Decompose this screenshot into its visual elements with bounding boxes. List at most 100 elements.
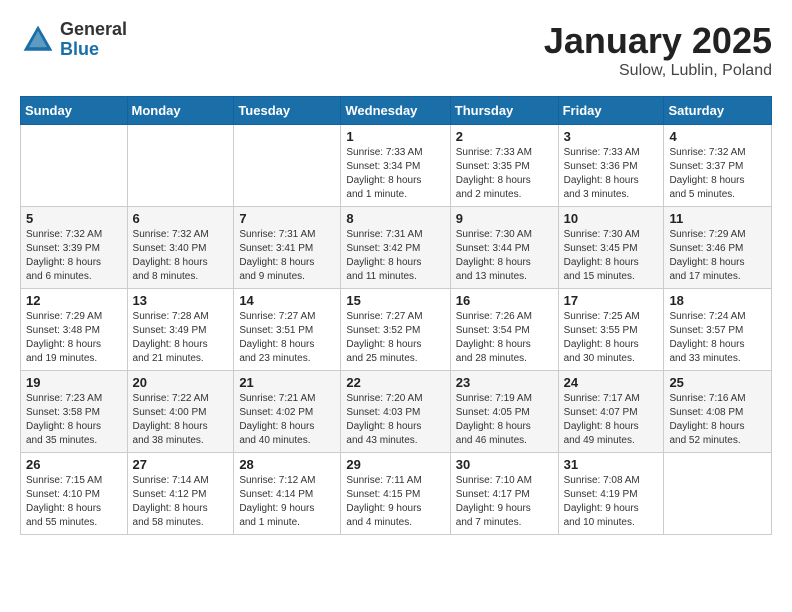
calendar-cell: 6 Sunrise: 7:32 AM Sunset: 3:40 PM Daylig…: [127, 207, 234, 289]
day-number: 24: [564, 375, 659, 390]
logo-icon: [20, 22, 56, 58]
day-number: 10: [564, 211, 659, 226]
day-info: Sunrise: 7:30 AM Sunset: 3:45 PM Dayligh…: [564, 228, 659, 284]
calendar-cell: 27 Sunrise: 7:14 AM Sunset: 4:12 PM Dayli…: [127, 453, 234, 535]
location-subtitle: Sulow, Lublin, Poland: [544, 62, 772, 80]
day-info: Sunrise: 7:31 AM Sunset: 3:42 PM Dayligh…: [346, 228, 444, 284]
day-info: Sunrise: 7:24 AM Sunset: 3:57 PM Dayligh…: [669, 310, 766, 366]
day-info: Sunrise: 7:08 AM Sunset: 4:19 PM Dayligh…: [564, 474, 659, 530]
day-info: Sunrise: 7:17 AM Sunset: 4:07 PM Dayligh…: [564, 392, 659, 448]
calendar-cell: 17Sunrise: 7:25 AM Sunset: 3:55 PM Dayli…: [558, 289, 664, 371]
calendar-cell: 15 Sunrise: 7:27 AM Sunset: 3:52 PM Dayli…: [341, 289, 450, 371]
day-number: 23: [456, 375, 553, 390]
day-info: Sunrise: 7:32 AM Sunset: 3:39 PM Dayligh…: [26, 228, 122, 284]
day-number: 9: [456, 211, 553, 226]
day-info: Sunrise: 7:12 AM Sunset: 4:14 PM Dayligh…: [239, 474, 335, 530]
calendar-table: SundayMondayTuesdayWednesdayThursdayFrid…: [20, 96, 772, 535]
day-info: Sunrise: 7:19 AM Sunset: 4:05 PM Dayligh…: [456, 392, 553, 448]
calendar-cell: 13Sunrise: 7:28 AM Sunset: 3:49 PM Dayli…: [127, 289, 234, 371]
calendar-cell: 9 Sunrise: 7:30 AM Sunset: 3:44 PM Daylig…: [450, 207, 558, 289]
calendar-cell: [664, 453, 772, 535]
calendar-cell: 19 Sunrise: 7:23 AM Sunset: 3:58 PM Dayli…: [21, 371, 128, 453]
column-header-friday: Friday: [558, 97, 664, 125]
day-info: Sunrise: 7:23 AM Sunset: 3:58 PM Dayligh…: [26, 392, 122, 448]
day-info: Sunrise: 7:21 AM Sunset: 4:02 PM Dayligh…: [239, 392, 335, 448]
week-row-1: 1 Sunrise: 7:33 AM Sunset: 3:34 PM Daylig…: [21, 125, 772, 207]
day-number: 14: [239, 293, 335, 308]
day-number: 1: [346, 129, 444, 144]
calendar-cell: 31 Sunrise: 7:08 AM Sunset: 4:19 PM Dayli…: [558, 453, 664, 535]
calendar-cell: 14Sunrise: 7:27 AM Sunset: 3:51 PM Dayli…: [234, 289, 341, 371]
page-header: General Blue January 2025 Sulow, Lublin,…: [20, 20, 772, 80]
day-number: 4: [669, 129, 766, 144]
week-row-3: 12Sunrise: 7:29 AM Sunset: 3:48 PM Dayli…: [21, 289, 772, 371]
calendar-cell: 29Sunrise: 7:11 AM Sunset: 4:15 PM Dayli…: [341, 453, 450, 535]
column-header-monday: Monday: [127, 97, 234, 125]
logo-general-text: General: [60, 20, 127, 40]
day-number: 26: [26, 457, 122, 472]
calendar-cell: 30 Sunrise: 7:10 AM Sunset: 4:17 PM Dayli…: [450, 453, 558, 535]
header-row: SundayMondayTuesdayWednesdayThursdayFrid…: [21, 97, 772, 125]
day-number: 25: [669, 375, 766, 390]
calendar-cell: 12Sunrise: 7:29 AM Sunset: 3:48 PM Dayli…: [21, 289, 128, 371]
calendar-cell: 4 Sunrise: 7:32 AM Sunset: 3:37 PM Daylig…: [664, 125, 772, 207]
day-number: 29: [346, 457, 444, 472]
calendar-cell: 2 Sunrise: 7:33 AM Sunset: 3:35 PM Daylig…: [450, 125, 558, 207]
day-number: 16: [456, 293, 553, 308]
column-header-tuesday: Tuesday: [234, 97, 341, 125]
day-number: 28: [239, 457, 335, 472]
day-number: 21: [239, 375, 335, 390]
calendar-cell: 3 Sunrise: 7:33 AM Sunset: 3:36 PM Daylig…: [558, 125, 664, 207]
day-number: 5: [26, 211, 122, 226]
day-info: Sunrise: 7:32 AM Sunset: 3:37 PM Dayligh…: [669, 146, 766, 202]
day-number: 11: [669, 211, 766, 226]
day-info: Sunrise: 7:10 AM Sunset: 4:17 PM Dayligh…: [456, 474, 553, 530]
day-info: Sunrise: 7:28 AM Sunset: 3:49 PM Dayligh…: [133, 310, 229, 366]
day-info: Sunrise: 7:32 AM Sunset: 3:40 PM Dayligh…: [133, 228, 229, 284]
day-number: 20: [133, 375, 229, 390]
day-info: Sunrise: 7:30 AM Sunset: 3:44 PM Dayligh…: [456, 228, 553, 284]
day-number: 2: [456, 129, 553, 144]
calendar-cell: 23 Sunrise: 7:19 AM Sunset: 4:05 PM Dayli…: [450, 371, 558, 453]
calendar-cell: 28 Sunrise: 7:12 AM Sunset: 4:14 PM Dayli…: [234, 453, 341, 535]
day-number: 6: [133, 211, 229, 226]
calendar-cell: [21, 125, 128, 207]
week-row-4: 19 Sunrise: 7:23 AM Sunset: 3:58 PM Dayli…: [21, 371, 772, 453]
day-info: Sunrise: 7:33 AM Sunset: 3:36 PM Dayligh…: [564, 146, 659, 202]
calendar-cell: 5 Sunrise: 7:32 AM Sunset: 3:39 PM Daylig…: [21, 207, 128, 289]
month-title: January 2025: [544, 20, 772, 62]
calendar-body: 1 Sunrise: 7:33 AM Sunset: 3:34 PM Daylig…: [21, 125, 772, 535]
logo-text: General Blue: [60, 20, 127, 60]
calendar-cell: 25Sunrise: 7:16 AM Sunset: 4:08 PM Dayli…: [664, 371, 772, 453]
day-info: Sunrise: 7:22 AM Sunset: 4:00 PM Dayligh…: [133, 392, 229, 448]
day-info: Sunrise: 7:29 AM Sunset: 3:48 PM Dayligh…: [26, 310, 122, 366]
logo: General Blue: [20, 20, 127, 60]
calendar-header: SundayMondayTuesdayWednesdayThursdayFrid…: [21, 97, 772, 125]
calendar-cell: 22Sunrise: 7:20 AM Sunset: 4:03 PM Dayli…: [341, 371, 450, 453]
calendar-cell: 20 Sunrise: 7:22 AM Sunset: 4:00 PM Dayli…: [127, 371, 234, 453]
day-info: Sunrise: 7:33 AM Sunset: 3:35 PM Dayligh…: [456, 146, 553, 202]
day-number: 27: [133, 457, 229, 472]
column-header-sunday: Sunday: [21, 97, 128, 125]
calendar-cell: 21 Sunrise: 7:21 AM Sunset: 4:02 PM Dayli…: [234, 371, 341, 453]
calendar-cell: 10 Sunrise: 7:30 AM Sunset: 3:45 PM Dayli…: [558, 207, 664, 289]
day-info: Sunrise: 7:20 AM Sunset: 4:03 PM Dayligh…: [346, 392, 444, 448]
day-number: 30: [456, 457, 553, 472]
day-number: 8: [346, 211, 444, 226]
day-number: 19: [26, 375, 122, 390]
day-number: 31: [564, 457, 659, 472]
calendar-cell: 8 Sunrise: 7:31 AM Sunset: 3:42 PM Daylig…: [341, 207, 450, 289]
day-info: Sunrise: 7:33 AM Sunset: 3:34 PM Dayligh…: [346, 146, 444, 202]
logo-blue-text: Blue: [60, 40, 127, 60]
day-info: Sunrise: 7:29 AM Sunset: 3:46 PM Dayligh…: [669, 228, 766, 284]
week-row-5: 26 Sunrise: 7:15 AM Sunset: 4:10 PM Dayli…: [21, 453, 772, 535]
week-row-2: 5 Sunrise: 7:32 AM Sunset: 3:39 PM Daylig…: [21, 207, 772, 289]
day-number: 15: [346, 293, 444, 308]
day-number: 3: [564, 129, 659, 144]
calendar-cell: 7Sunrise: 7:31 AM Sunset: 3:41 PM Daylig…: [234, 207, 341, 289]
column-header-saturday: Saturday: [664, 97, 772, 125]
day-info: Sunrise: 7:14 AM Sunset: 4:12 PM Dayligh…: [133, 474, 229, 530]
day-info: Sunrise: 7:25 AM Sunset: 3:55 PM Dayligh…: [564, 310, 659, 366]
day-info: Sunrise: 7:15 AM Sunset: 4:10 PM Dayligh…: [26, 474, 122, 530]
day-info: Sunrise: 7:27 AM Sunset: 3:52 PM Dayligh…: [346, 310, 444, 366]
